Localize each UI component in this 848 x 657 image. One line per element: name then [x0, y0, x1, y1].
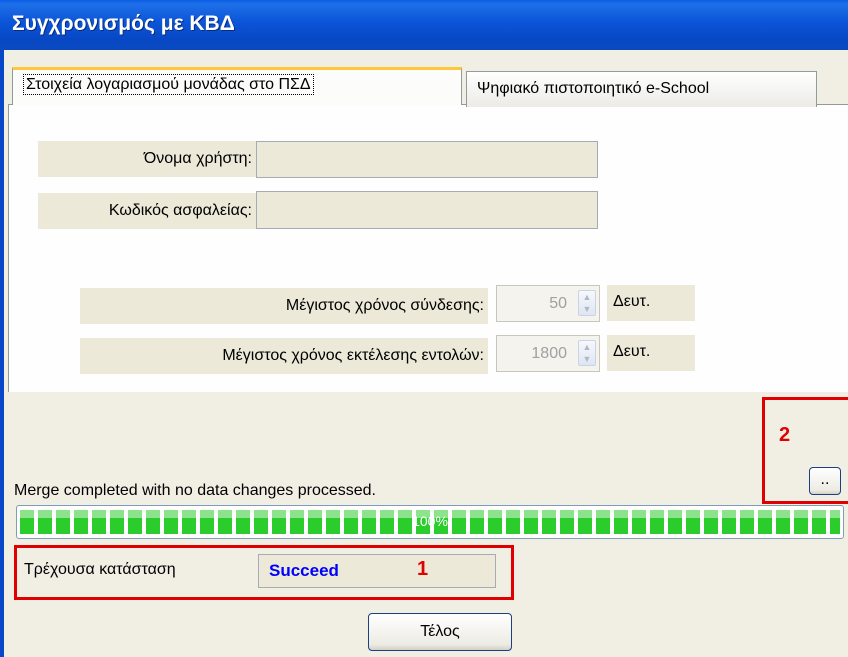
window-title: Συγχρονισμός με ΚΒΔ: [12, 12, 235, 35]
close-button[interactable]: Τέλος: [368, 613, 512, 651]
tab-label: Ψηφιακό πιστοποιητικό e-School: [477, 80, 710, 97]
annotation-number-2: 2: [779, 424, 791, 446]
password-field[interactable]: [256, 191, 598, 229]
status-value: Succeed: [258, 554, 496, 588]
spin-arrows-icon[interactable]: ▲ ▼: [578, 290, 596, 316]
progress-percent: 100%: [412, 513, 448, 529]
connect-timeout-value: 50: [549, 295, 567, 312]
progress-message: Merge completed with no data changes pro…: [14, 482, 376, 499]
connect-timeout-spinner[interactable]: 50 ▲ ▼: [496, 285, 600, 322]
sync-window: Συγχρονισμός με ΚΒΔ Ψηφιακό πιστοποιητικ…: [0, 0, 848, 657]
tab-digital-certificate[interactable]: Ψηφιακό πιστοποιητικό e-School: [466, 71, 817, 107]
exec-timeout-label: Μέγιστος χρόνος εκτέλεσης εντολών:: [80, 338, 488, 374]
exec-timeout-value: 1800: [531, 345, 567, 362]
exec-timeout-unit: Δευτ.: [607, 335, 695, 371]
progress-bar: 100%: [16, 505, 844, 539]
connect-timeout-unit: Δευτ.: [607, 285, 695, 321]
status-label: Τρέχουσα κατάσταση: [24, 561, 176, 578]
tab-label: Στοιχεία λογαριασμού μονάδας στο ΠΣΔ: [23, 74, 314, 95]
exec-timeout-spinner[interactable]: 1800 ▲ ▼: [496, 335, 600, 372]
password-label: Κωδικός ασφαλείας:: [38, 193, 256, 229]
tab-account-details[interactable]: Στοιχεία λογαριασμού μονάδας στο ΠΣΔ: [12, 67, 462, 105]
details-button[interactable]: ..: [809, 467, 841, 495]
spin-arrows-icon[interactable]: ▲ ▼: [578, 340, 596, 366]
username-label: Όνομα χρήστη:: [38, 141, 256, 177]
annotation-number-1: 1: [417, 558, 429, 580]
title-bar[interactable]: Συγχρονισμός με ΚΒΔ: [0, 0, 848, 50]
connect-timeout-label: Μέγιστος χρόνος σύνδεσης:: [80, 288, 488, 324]
username-field[interactable]: [256, 141, 598, 178]
